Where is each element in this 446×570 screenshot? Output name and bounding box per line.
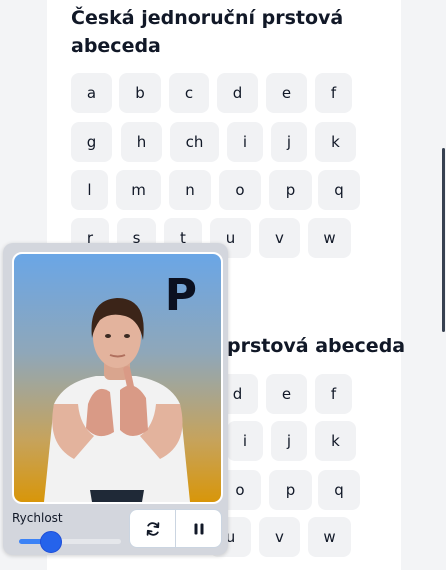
section-title-two-handed: prstová abeceda bbox=[227, 335, 406, 357]
fingerspelling-player: P Rychlost bbox=[3, 243, 228, 555]
section-title-line1: Česká jednoruční prstová bbox=[71, 7, 344, 29]
letter-key[interactable]: w bbox=[308, 218, 351, 258]
section-title-line2: abeceda bbox=[71, 35, 161, 57]
letter-key[interactable]: m bbox=[116, 170, 161, 210]
speed-label: Rychlost bbox=[12, 511, 63, 525]
player-controls bbox=[129, 509, 222, 548]
section-title-one-handed: Česká jednoruční prstová abeceda bbox=[71, 4, 343, 60]
letter-key[interactable]: p bbox=[269, 170, 312, 210]
replay-icon bbox=[146, 521, 159, 536]
letter-key[interactable]: h bbox=[121, 122, 162, 162]
letter-key[interactable]: e bbox=[266, 374, 307, 414]
letter-key[interactable]: c bbox=[169, 73, 209, 113]
letter-key[interactable]: f bbox=[315, 374, 352, 414]
letter-key[interactable]: g bbox=[71, 122, 112, 162]
letter-key[interactable]: v bbox=[259, 517, 300, 557]
page-scrollbar[interactable] bbox=[442, 148, 445, 332]
letter-key[interactable]: k bbox=[315, 122, 356, 162]
letter-key[interactable]: q bbox=[318, 470, 360, 510]
letter-key[interactable]: v bbox=[259, 218, 300, 258]
speed-slider-thumb[interactable] bbox=[39, 531, 62, 553]
current-letter: P bbox=[164, 270, 197, 321]
letter-key[interactable]: e bbox=[266, 73, 307, 113]
letter-key[interactable]: a bbox=[71, 73, 112, 113]
letter-key[interactable]: n bbox=[169, 170, 211, 210]
letter-key[interactable]: d bbox=[217, 73, 258, 113]
avatar-video: P bbox=[12, 252, 223, 504]
letter-key[interactable]: q bbox=[318, 170, 360, 210]
letter-key[interactable]: i bbox=[227, 122, 263, 162]
letter-key[interactable]: j bbox=[271, 122, 307, 162]
letter-key[interactable]: f bbox=[315, 73, 352, 113]
replay-button[interactable] bbox=[130, 510, 175, 547]
letter-key[interactable]: j bbox=[271, 421, 307, 461]
letter-key[interactable]: o bbox=[219, 170, 261, 210]
letter-key[interactable]: ch bbox=[170, 122, 219, 162]
pause-button[interactable] bbox=[175, 510, 221, 547]
letter-key[interactable]: i bbox=[227, 421, 263, 461]
pause-icon bbox=[194, 523, 203, 534]
speed-slider[interactable] bbox=[19, 531, 121, 553]
letter-key[interactable]: w bbox=[308, 517, 351, 557]
letter-key[interactable]: p bbox=[269, 470, 312, 510]
letter-key[interactable]: l bbox=[71, 170, 108, 210]
letter-key[interactable]: b bbox=[119, 73, 161, 113]
letter-key[interactable]: k bbox=[315, 421, 356, 461]
